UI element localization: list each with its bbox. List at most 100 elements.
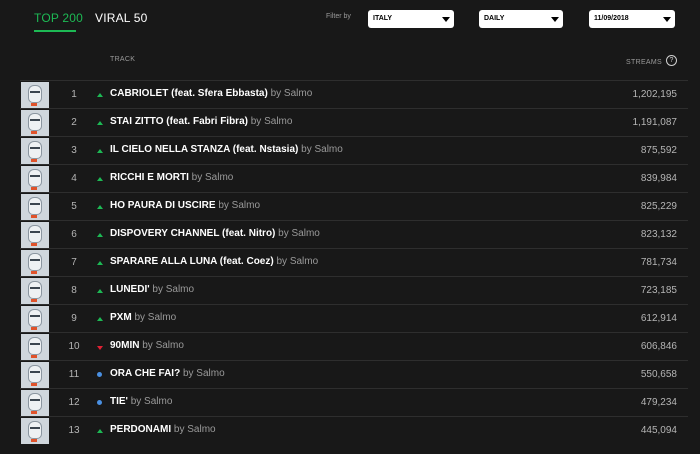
table-row[interactable]: 8 LUNEDI' by Salmo 723,185: [20, 276, 688, 304]
trend-up-icon: [97, 121, 103, 125]
table-row[interactable]: 2 STAI ZITTO (feat. Fabri Fibra) by Salmo…: [20, 108, 688, 136]
table-row[interactable]: 3 IL CIELO NELLA STANZA (feat. Nstasia) b…: [20, 136, 688, 164]
artwork-face: [28, 85, 42, 103]
track-artist[interactable]: by Salmo: [278, 228, 320, 239]
help-icon[interactable]: ?: [666, 55, 677, 66]
track-title[interactable]: STAI ZITTO (feat. Fabri Fibra): [110, 116, 248, 127]
rank-number: 10: [68, 341, 80, 352]
rank-number: 12: [68, 397, 80, 408]
filter-label: Filter by: [326, 13, 351, 20]
album-art-thumbnail[interactable]: [21, 222, 49, 248]
table-row[interactable]: 9 PXM by Salmo 612,914: [20, 304, 688, 332]
frequency-select-value: DAILY: [484, 15, 505, 22]
artwork-face: [28, 225, 42, 243]
album-art-thumbnail[interactable]: [21, 194, 49, 220]
table-row[interactable]: 1 CABRIOLET (feat. Sfera Ebbasta) by Salm…: [20, 80, 688, 108]
track-title[interactable]: DISPOVERY CHANNEL (feat. Nitro): [110, 228, 275, 239]
table-row[interactable]: 13 PERDONAMI by Salmo 445,094: [20, 416, 688, 444]
album-art-thumbnail[interactable]: [21, 362, 49, 388]
album-art-thumbnail[interactable]: [21, 250, 49, 276]
artwork-label: [31, 103, 37, 106]
track-title[interactable]: PXM: [110, 312, 132, 323]
track-title[interactable]: TIE': [110, 396, 128, 407]
track-title[interactable]: PERDONAMI: [110, 424, 171, 435]
tab-viral50[interactable]: VIRAL 50: [95, 11, 148, 25]
artwork-label: [31, 439, 37, 442]
album-art-thumbnail[interactable]: [21, 82, 49, 108]
track-info: TIE' by Salmo: [110, 396, 172, 407]
album-art-thumbnail[interactable]: [21, 334, 49, 360]
table-row[interactable]: 6 DISPOVERY CHANNEL (feat. Nitro) by Salm…: [20, 220, 688, 248]
track-artist[interactable]: by Salmo: [183, 368, 225, 379]
date-select[interactable]: 11/09/2018: [589, 10, 675, 28]
table-row[interactable]: 5 HO PAURA DI USCIRE by Salmo 825,229: [20, 192, 688, 220]
rank-number: 6: [71, 229, 77, 240]
track-info: SPARARE ALLA LUNA (feat. Coez) by Salmo: [110, 256, 318, 267]
table-row[interactable]: 11 ORA CHE FAI? by Salmo 550,658: [20, 360, 688, 388]
artwork-bar: [30, 203, 40, 205]
track-title[interactable]: RICCHI E MORTI: [110, 172, 189, 183]
stream-count: 479,234: [640, 397, 677, 408]
track-artist[interactable]: by Salmo: [192, 172, 234, 183]
artwork-bar: [30, 175, 40, 177]
track-artist[interactable]: by Salmo: [218, 200, 260, 211]
album-art-thumbnail[interactable]: [21, 306, 49, 332]
track-artist[interactable]: by Salmo: [276, 256, 318, 267]
column-header-track: TRACK: [110, 56, 136, 63]
active-tab-underline: [34, 30, 76, 32]
track-artist[interactable]: by Salmo: [131, 396, 173, 407]
track-title[interactable]: SPARARE ALLA LUNA (feat. Coez): [110, 256, 274, 267]
track-info: PERDONAMI by Salmo: [110, 424, 216, 435]
artwork-bar: [30, 315, 40, 317]
stream-count: 1,202,195: [632, 89, 678, 100]
artwork-face: [28, 197, 42, 215]
album-art-thumbnail[interactable]: [21, 418, 49, 444]
trend-new-icon: [97, 400, 102, 405]
track-artist[interactable]: by Salmo: [174, 424, 216, 435]
trend-up-icon: [97, 289, 103, 293]
frequency-select[interactable]: DAILY: [479, 10, 563, 28]
track-title[interactable]: HO PAURA DI USCIRE: [110, 200, 216, 211]
trend-up-icon: [97, 177, 103, 181]
album-art-thumbnail[interactable]: [21, 278, 49, 304]
trend-new-icon: [97, 372, 102, 377]
table-row[interactable]: 12 TIE' by Salmo 479,234: [20, 388, 688, 416]
stream-count: 723,185: [640, 285, 677, 296]
stream-count: 823,132: [640, 229, 677, 240]
country-select[interactable]: ITALY: [368, 10, 454, 28]
track-artist[interactable]: by Salmo: [142, 340, 184, 351]
track-title[interactable]: ORA CHE FAI?: [110, 368, 180, 379]
artwork-label: [31, 187, 37, 190]
album-art-thumbnail[interactable]: [21, 110, 49, 136]
rank-number: 4: [71, 173, 77, 184]
track-info: IL CIELO NELLA STANZA (feat. Nstasia) by…: [110, 144, 343, 155]
track-title[interactable]: 90MIN: [110, 340, 139, 351]
track-title[interactable]: CABRIOLET (feat. Sfera Ebbasta): [110, 88, 268, 99]
tab-top200[interactable]: TOP 200: [34, 11, 83, 25]
track-artist[interactable]: by Salmo: [152, 284, 194, 295]
artwork-bar: [30, 343, 40, 345]
artwork-face: [28, 421, 42, 439]
artwork-bar: [30, 287, 40, 289]
artwork-face: [28, 253, 42, 271]
stream-count: 875,592: [640, 145, 677, 156]
table-row[interactable]: 10 90MIN by Salmo 606,846: [20, 332, 688, 360]
table-row[interactable]: 7 SPARARE ALLA LUNA (feat. Coez) by Salmo…: [20, 248, 688, 276]
artwork-bar: [30, 371, 40, 373]
track-artist[interactable]: by Salmo: [251, 116, 293, 127]
album-art-thumbnail[interactable]: [21, 138, 49, 164]
table-row[interactable]: 4 RICCHI E MORTI by Salmo 839,984: [20, 164, 688, 192]
rank-number: 11: [68, 369, 80, 380]
artwork-bar: [30, 147, 40, 149]
track-artist[interactable]: by Salmo: [271, 88, 313, 99]
album-art-thumbnail[interactable]: [21, 390, 49, 416]
album-art-thumbnail[interactable]: [21, 166, 49, 192]
rank-number: 8: [71, 285, 77, 296]
track-title[interactable]: LUNEDI': [110, 284, 150, 295]
track-artist[interactable]: by Salmo: [134, 312, 176, 323]
trend-up-icon: [97, 205, 103, 209]
track-title[interactable]: IL CIELO NELLA STANZA (feat. Nstasia): [110, 144, 298, 155]
artwork-label: [31, 271, 37, 274]
track-artist[interactable]: by Salmo: [301, 144, 343, 155]
artwork-face: [28, 141, 42, 159]
